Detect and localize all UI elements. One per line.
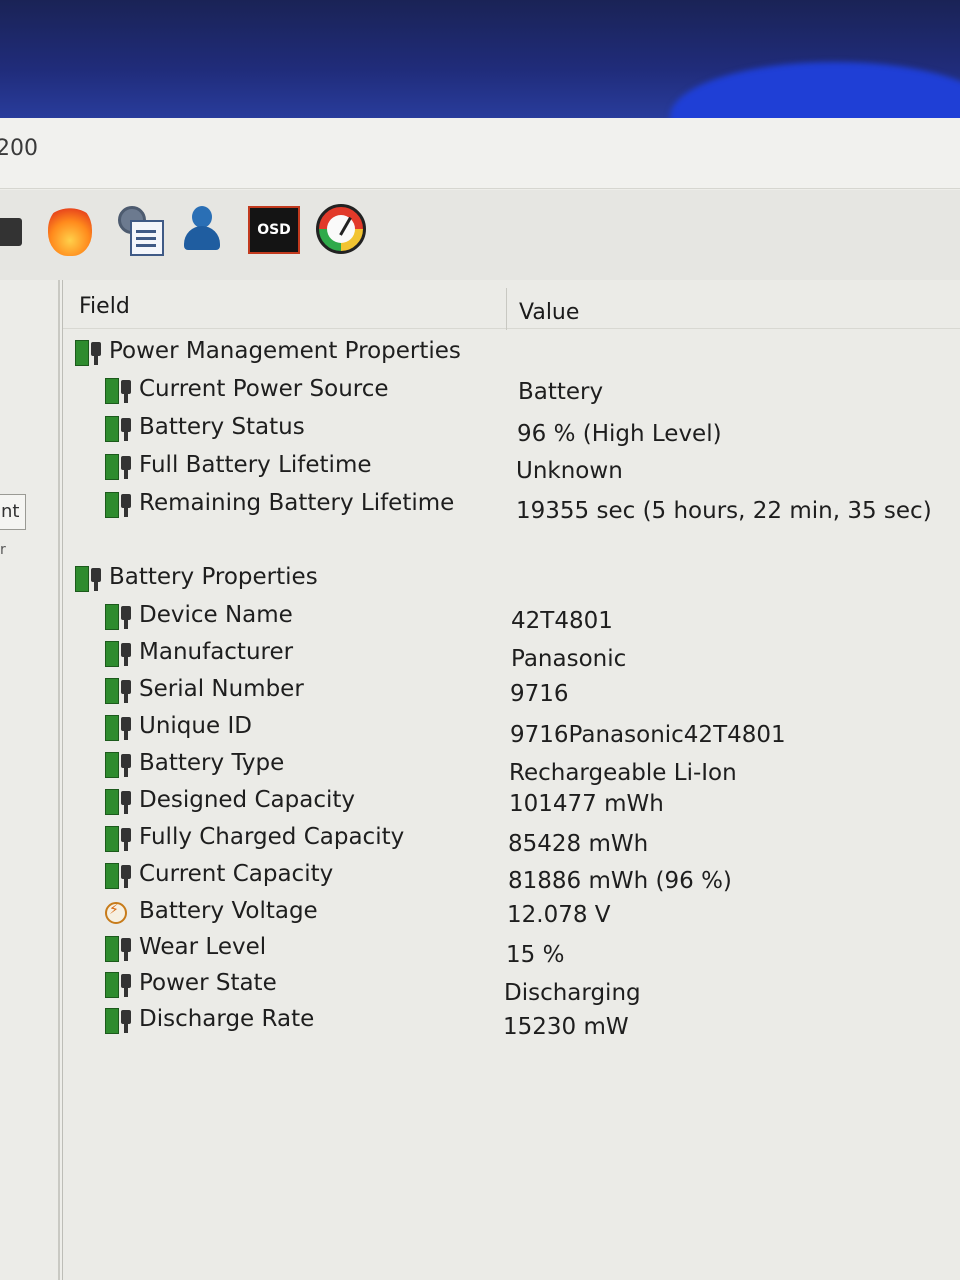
field-value: Discharging	[504, 980, 641, 1006]
field-label: Unique ID	[139, 713, 252, 739]
properties-list: Field Value Power Management Properties C…	[62, 280, 960, 1280]
list-row[interactable]: Unique ID 9716Panasonic42T4801	[63, 711, 960, 748]
osd-icon[interactable]: OSD	[248, 206, 300, 254]
field-value: 96 % (High Level)	[517, 421, 722, 447]
field-label: Current Power Source	[139, 376, 389, 402]
field-value: Panasonic	[511, 646, 627, 672]
field-value: 101477 mWh	[509, 791, 664, 817]
field-value: 42T4801	[511, 608, 613, 634]
desktop-background	[0, 0, 960, 172]
side-tab-sub: r	[0, 542, 6, 558]
list-row[interactable]: Battery Voltage 12.078 V	[63, 896, 960, 932]
field-value: 81886 mWh (96 %)	[508, 868, 732, 894]
section-header[interactable]: Power Management Properties	[63, 336, 960, 372]
list-row[interactable]: Battery Status 96 % (High Level)	[63, 412, 960, 448]
field-label: Battery Type	[139, 750, 285, 776]
window-title: 200	[0, 136, 38, 161]
battery-icon	[105, 715, 135, 741]
list-row[interactable]: Power State Discharging	[63, 968, 960, 1006]
field-label: Remaining Battery Lifetime	[139, 490, 455, 516]
battery-icon	[105, 789, 135, 815]
voltage-icon	[105, 902, 127, 924]
field-value: 9716	[510, 681, 569, 707]
column-header: Field Value	[63, 280, 960, 330]
list-row[interactable]: Discharge Rate 15230 mW	[63, 1004, 960, 1040]
battery-icon	[105, 1008, 135, 1034]
field-label: Serial Number	[139, 676, 304, 702]
user-icon[interactable]	[180, 206, 224, 254]
flame-icon[interactable]	[48, 204, 92, 256]
list-row[interactable]: Full Battery Lifetime Unknown	[63, 450, 960, 486]
partial-monitor-icon[interactable]	[0, 218, 22, 246]
battery-icon	[105, 678, 135, 704]
field-label: Full Battery Lifetime	[139, 452, 372, 478]
list-row[interactable]: Fully Charged Capacity 85428 mWh	[63, 822, 960, 858]
field-label: Power State	[139, 970, 277, 996]
toolbar: OSD	[0, 190, 960, 280]
list-row[interactable]: Designed Capacity 101477 mWh	[63, 785, 960, 821]
side-panel: nt r	[0, 280, 60, 1280]
list-row[interactable]: Manufacturer Panasonic	[63, 637, 960, 673]
battery-icon	[105, 454, 135, 480]
field-label: Device Name	[139, 602, 293, 628]
field-label: Battery Status	[139, 414, 305, 440]
field-value: 15230 mW	[503, 1014, 629, 1040]
list-row[interactable]: Remaining Battery Lifetime 19355 sec (5 h…	[63, 488, 960, 524]
battery-icon	[105, 936, 135, 962]
section-title: Battery Properties	[109, 564, 318, 590]
battery-icon	[105, 752, 135, 778]
field-label: Discharge Rate	[139, 1006, 315, 1032]
list-row[interactable]: Wear Level 15 %	[63, 932, 960, 968]
column-value[interactable]: Value	[519, 300, 579, 325]
list-row[interactable]: Current Capacity 81886 mWh (96 %)	[63, 859, 960, 895]
section-header[interactable]: Battery Properties	[63, 562, 960, 598]
battery-icon	[105, 641, 135, 667]
column-divider[interactable]	[506, 288, 507, 330]
app-window: 200 OSD nt r Field Value Power Managemen…	[0, 118, 960, 1280]
battery-icon	[105, 863, 135, 889]
field-value: 9716Panasonic42T4801	[510, 722, 786, 748]
osd-label: OSD	[257, 222, 291, 238]
section-title: Power Management Properties	[109, 338, 461, 364]
battery-icon	[105, 972, 135, 998]
battery-icon	[75, 340, 105, 366]
field-label: Designed Capacity	[139, 787, 355, 813]
field-label: Battery Voltage	[139, 898, 318, 924]
list-row[interactable]: Battery Type Rechargeable Li-Ion	[63, 748, 960, 786]
field-value: Rechargeable Li-Ion	[509, 760, 737, 786]
scheduler-icon[interactable]	[118, 206, 164, 256]
list-row[interactable]: Serial Number 9716	[63, 674, 960, 710]
battery-icon	[105, 416, 135, 442]
field-label: Manufacturer	[139, 639, 294, 665]
side-tab[interactable]: nt	[0, 494, 26, 530]
field-value: Battery	[518, 379, 604, 405]
list-row[interactable]: Device Name 42T4801	[63, 600, 960, 636]
list-row[interactable]: Current Power Source Battery	[63, 374, 960, 410]
field-value: Unknown	[516, 458, 623, 484]
field-label: Fully Charged Capacity	[139, 824, 405, 850]
battery-icon	[105, 826, 135, 852]
battery-icon	[105, 492, 135, 518]
field-label: Wear Level	[139, 934, 267, 960]
gauge-icon[interactable]	[316, 204, 366, 254]
column-field[interactable]: Field	[79, 294, 130, 319]
field-label: Current Capacity	[139, 861, 334, 887]
field-value: 19355 sec (5 hours, 22 min, 35 sec)	[516, 498, 932, 524]
field-value: 15 %	[506, 942, 565, 968]
battery-icon	[105, 378, 135, 404]
battery-icon	[105, 604, 135, 630]
battery-icon	[75, 566, 105, 592]
field-value: 12.078 V	[507, 902, 611, 928]
field-value: 85428 mWh	[508, 831, 649, 857]
title-bar: 200	[0, 118, 960, 189]
